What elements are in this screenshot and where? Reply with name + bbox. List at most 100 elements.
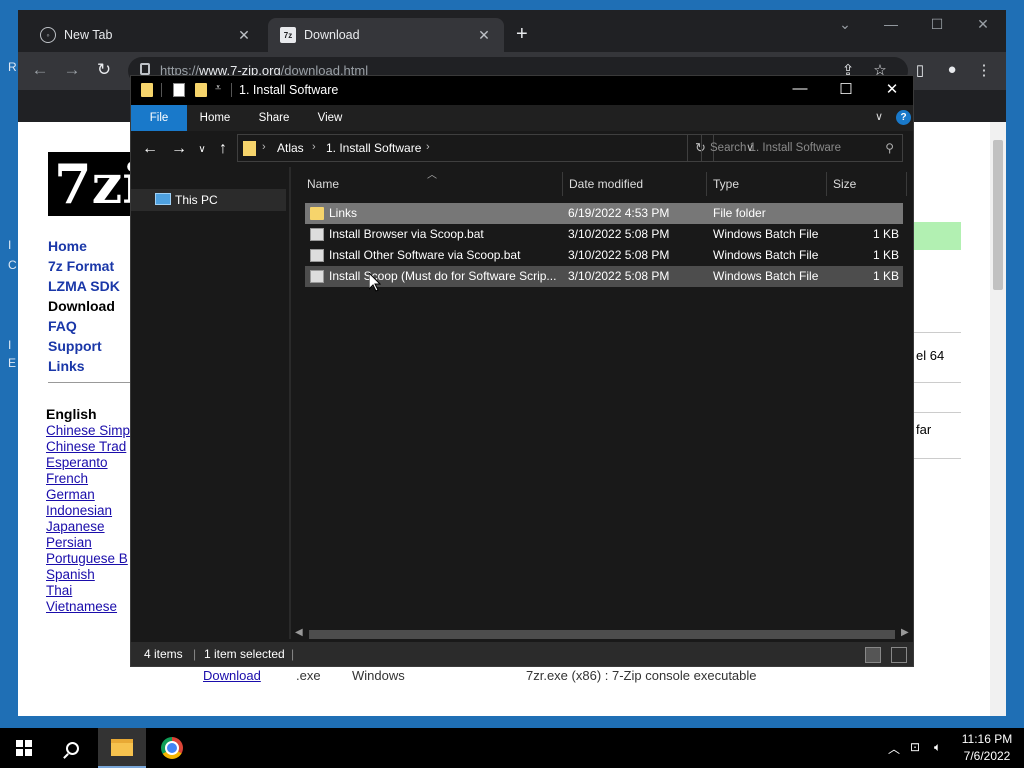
taskbar-chrome[interactable] [148,728,196,768]
tab-new-tab[interactable]: ◦ New Tab ✕ [28,18,264,52]
customize-toolbar-icon[interactable]: ⩡ [215,82,221,95]
nav-link-lzma-sdk[interactable]: LZMA SDK [48,278,120,294]
close-icon[interactable]: ✕ [476,27,492,44]
table-cell: 7zr.exe (x86) : 7-Zip console executable [526,668,757,683]
nav-item-label: This PC [175,193,218,207]
details-view-icon[interactable] [865,647,881,663]
column-header-date[interactable]: Date modified [563,172,707,196]
download-link[interactable]: Download [203,668,261,683]
file-date: 3/10/2022 5:08 PM [568,248,670,262]
network-icon[interactable]: ⊡ [910,740,920,754]
tab-strip: ◦ New Tab ✕ 7z Download ✕ + ⌄ — ☐ ✕ [18,10,1006,52]
forward-button[interactable]: → [60,60,84,80]
desktop-icon-label: C [8,258,17,272]
search-input[interactable]: Search 1. Install Software ⚲ [701,134,903,162]
tab-view[interactable]: View [307,105,353,131]
chevron-right-icon[interactable]: › [262,141,266,153]
nav-link-7z-format[interactable]: 7z Format [48,258,114,274]
tab-share[interactable]: Share [249,105,299,131]
back-button[interactable]: ← [139,140,161,158]
language-link[interactable]: Spanish [46,567,130,582]
address-toolbar: ← → ∨ ↑ › Atlas › 1. Install Software › … [131,131,913,167]
table-line [913,412,961,413]
address-box[interactable]: › Atlas › 1. Install Software › ∨ [237,134,754,162]
file-type: File folder [713,206,766,220]
file-row[interactable]: Install Scoop (Must do for Software Scri… [305,266,903,287]
tab-search-icon[interactable]: ⌄ [822,16,868,33]
language-link[interactable]: German [46,487,130,502]
language-link[interactable]: Chinese Trad [46,439,130,454]
chrome-icon [161,737,183,759]
language-link[interactable]: Portuguese B [46,551,130,566]
chevron-right-icon[interactable]: › [426,141,430,153]
clock[interactable]: 11:16 PM 7/6/2022 [958,731,1016,765]
scroll-right-icon[interactable]: ▶ [901,627,909,638]
recent-locations-chevron-icon[interactable]: ∨ [191,144,213,155]
reload-button[interactable]: ↻ [92,60,116,80]
back-button[interactable]: ← [28,60,52,80]
start-button[interactable] [0,728,48,768]
menu-icon[interactable]: ⋮ [972,61,996,79]
explorer-titlebar[interactable]: ⩡ 1. Install Software — ☐ ✕ [131,76,913,105]
expand-ribbon-icon[interactable]: ∨ [875,110,883,123]
nav-link-home[interactable]: Home [48,238,87,254]
close-window-button[interactable]: ✕ [960,16,1006,33]
taskbar-file-explorer[interactable] [98,728,146,768]
properties-icon[interactable] [173,83,185,97]
breadcrumb-atlas[interactable]: Atlas [277,141,304,155]
close-icon[interactable]: ✕ [236,27,252,44]
tab-home[interactable]: Home [191,105,239,131]
scrollbar-thumb[interactable] [309,630,895,639]
file-row[interactable]: Install Browser via Scoop.bat 3/10/2022 … [305,224,903,245]
search-icon [65,741,79,755]
search-button[interactable] [48,728,96,768]
help-icon[interactable]: ? [896,110,911,125]
file-row[interactable]: Install Other Software via Scoop.bat 3/1… [305,245,903,266]
chevron-right-icon[interactable]: › [312,141,316,153]
file-name: Install Browser via Scoop.bat [329,227,484,241]
tab-download[interactable]: 7z Download ✕ [268,18,504,52]
language-link[interactable]: Chinese Simp [46,423,130,438]
show-hidden-icons-icon[interactable]: ︿ [888,740,900,757]
minimize-button[interactable]: — [868,16,914,32]
language-link[interactable]: French [46,471,130,486]
maximize-button[interactable]: ☐ [823,80,869,98]
breadcrumb-install-software[interactable]: 1. Install Software [326,141,421,155]
volume-muted-icon[interactable]: 🔈︎ [934,740,941,755]
tab-file[interactable]: File [131,105,187,131]
up-button[interactable]: ↑ [212,140,234,158]
close-window-button[interactable]: ✕ [869,80,915,98]
language-heading: English [46,406,97,422]
nav-link-links[interactable]: Links [48,358,85,374]
desktop-icon-label: R [8,60,17,74]
batch-file-icon [310,249,324,262]
scrollbar-thumb[interactable] [993,140,1003,290]
new-tab-button[interactable]: + [516,23,528,45]
language-link[interactable]: Thai [46,583,130,598]
new-folder-icon[interactable] [195,83,207,97]
column-header-size[interactable]: Size [827,172,907,196]
profile-icon[interactable]: ● [940,61,964,78]
language-link[interactable]: Persian [46,535,130,550]
minimize-button[interactable]: — [777,80,823,97]
scroll-left-icon[interactable]: ◀ [295,627,303,638]
maximize-button[interactable]: ☐ [914,16,960,33]
language-link[interactable]: Esperanto [46,455,130,470]
language-link[interactable]: Japanese [46,519,130,534]
nav-link-faq[interactable]: FAQ [48,318,77,334]
nav-link-support[interactable]: Support [48,338,102,354]
globe-icon: ◦ [40,27,56,43]
page-scrollbar[interactable] [990,122,1006,716]
file-row[interactable]: Links 6/19/2022 4:53 PM File folder [305,203,903,224]
horizontal-scrollbar[interactable]: ◀ ▶ [291,627,913,642]
nav-item-this-pc[interactable]: This PC [131,189,286,211]
large-icons-view-icon[interactable] [891,647,907,663]
language-link[interactable]: Indonesian [46,503,130,518]
language-link[interactable]: Vietnamese [46,599,130,614]
forward-button[interactable]: → [168,140,190,158]
window-title: 1. Install Software [239,83,339,97]
column-header-name[interactable]: Name [301,172,563,196]
pane-splitter[interactable] [289,167,291,639]
column-header-type[interactable]: Type [707,172,827,196]
batch-file-icon [310,270,324,283]
